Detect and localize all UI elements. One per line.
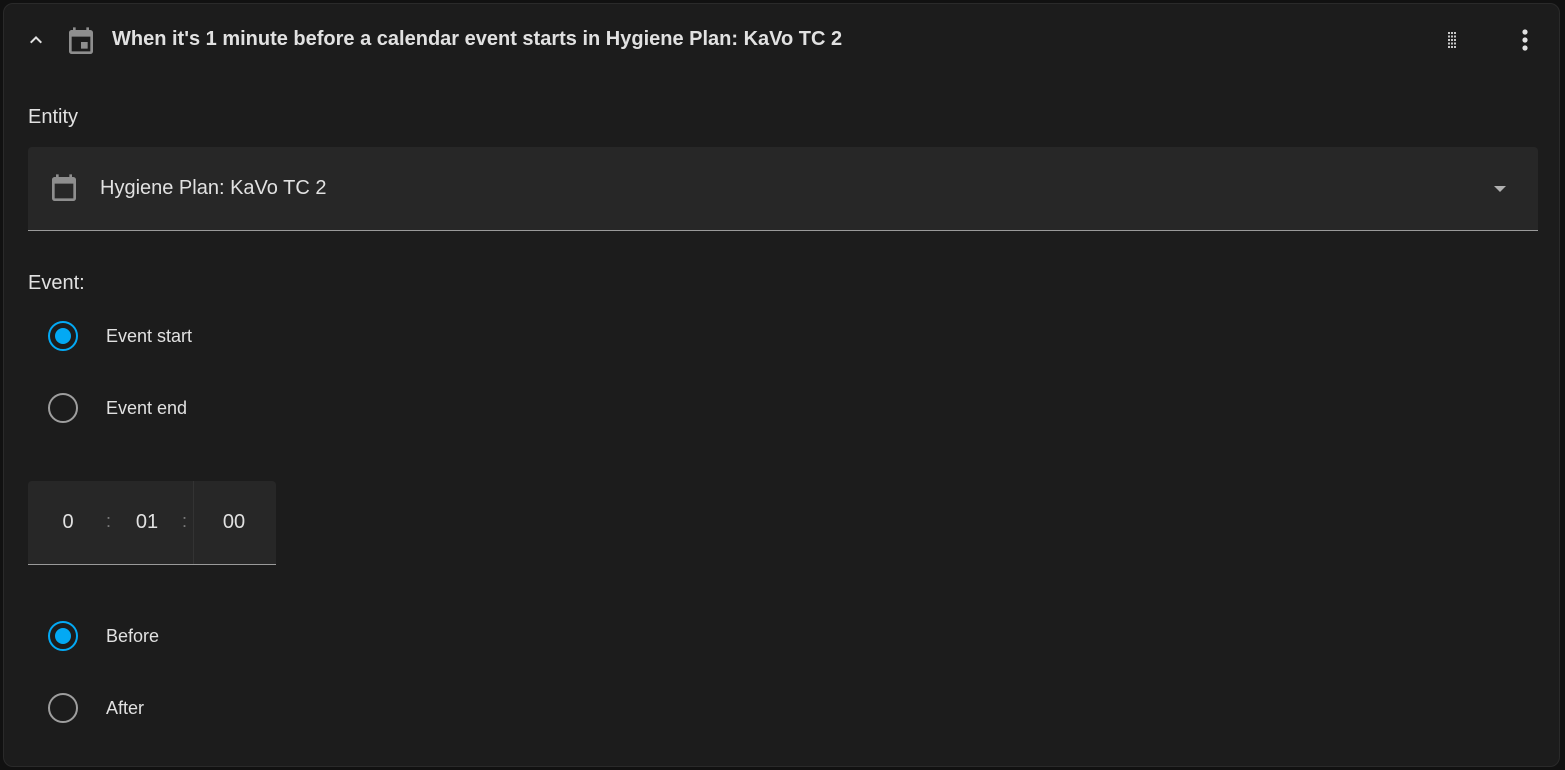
calendar-icon xyxy=(48,173,80,205)
drag-handle-icon[interactable] xyxy=(1436,24,1468,56)
radio-button[interactable] xyxy=(48,693,78,723)
calendar-icon xyxy=(65,26,97,58)
radio-button[interactable] xyxy=(48,393,78,423)
minutes-field[interactable]: 01 xyxy=(132,511,162,534)
radio-event-start[interactable]: Event start xyxy=(48,319,348,359)
time-offset-input: 0 : 01 : 00 xyxy=(28,481,276,565)
dropdown-arrow-icon[interactable] xyxy=(1492,181,1508,197)
radio-button[interactable] xyxy=(48,621,78,651)
radio-label: Event end xyxy=(106,398,188,418)
time-separator: : xyxy=(182,511,188,531)
radio-label: Before xyxy=(106,626,160,646)
entity-select[interactable]: Hygiene Plan: KaVo TC 2 xyxy=(28,147,1538,231)
time-separator: : xyxy=(106,511,112,531)
more-vertical-icon[interactable] xyxy=(1509,24,1541,56)
radio-before[interactable]: Before xyxy=(48,619,348,659)
entity-select-value: Hygiene Plan: KaVo TC 2 xyxy=(100,177,327,199)
radio-label: After xyxy=(106,698,145,718)
radio-event-end[interactable]: Event end xyxy=(48,391,348,431)
chevron-up-icon[interactable] xyxy=(21,25,51,55)
hours-field[interactable]: 0 xyxy=(58,511,78,534)
radio-button[interactable] xyxy=(48,321,78,351)
event-label: Event: xyxy=(28,272,85,294)
trigger-card: When it's 1 minute before a calendar eve… xyxy=(3,3,1560,767)
time-divider xyxy=(193,481,194,564)
entity-label: Entity xyxy=(28,106,79,128)
trigger-header[interactable]: When it's 1 minute before a calendar eve… xyxy=(4,4,1559,78)
radio-label: Event start xyxy=(106,326,193,346)
radio-after[interactable]: After xyxy=(48,691,348,731)
trigger-title: When it's 1 minute before a calendar eve… xyxy=(112,28,843,50)
seconds-field[interactable]: 00 xyxy=(218,511,250,534)
